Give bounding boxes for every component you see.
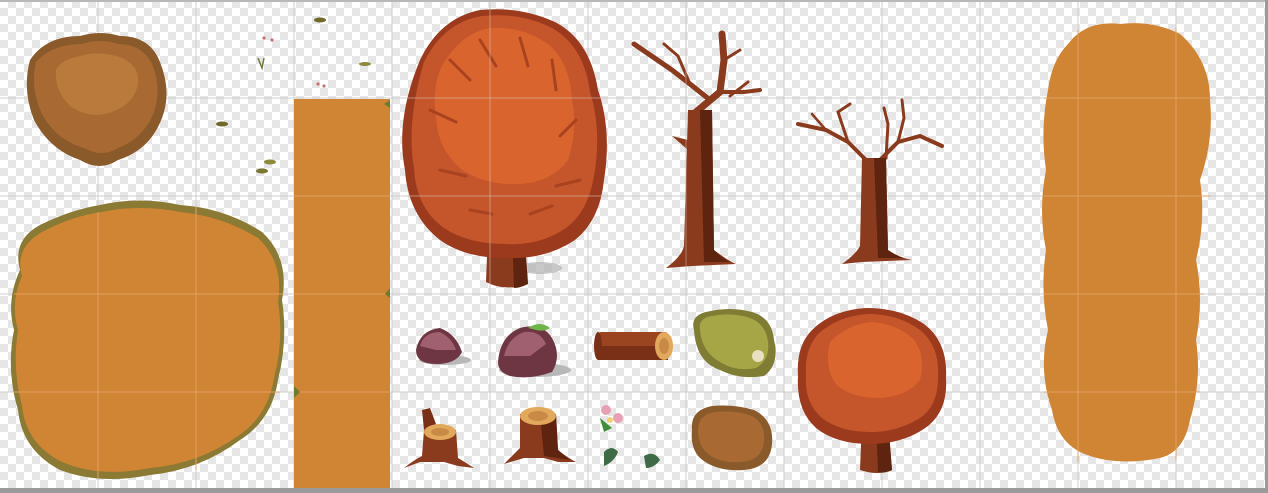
canvas-border-bottom (0, 488, 1268, 493)
tileset-canvas[interactable] (0, 0, 1268, 493)
ground-patch-tall[interactable] (0, 0, 1268, 493)
canvas-border-top (0, 0, 1268, 2)
